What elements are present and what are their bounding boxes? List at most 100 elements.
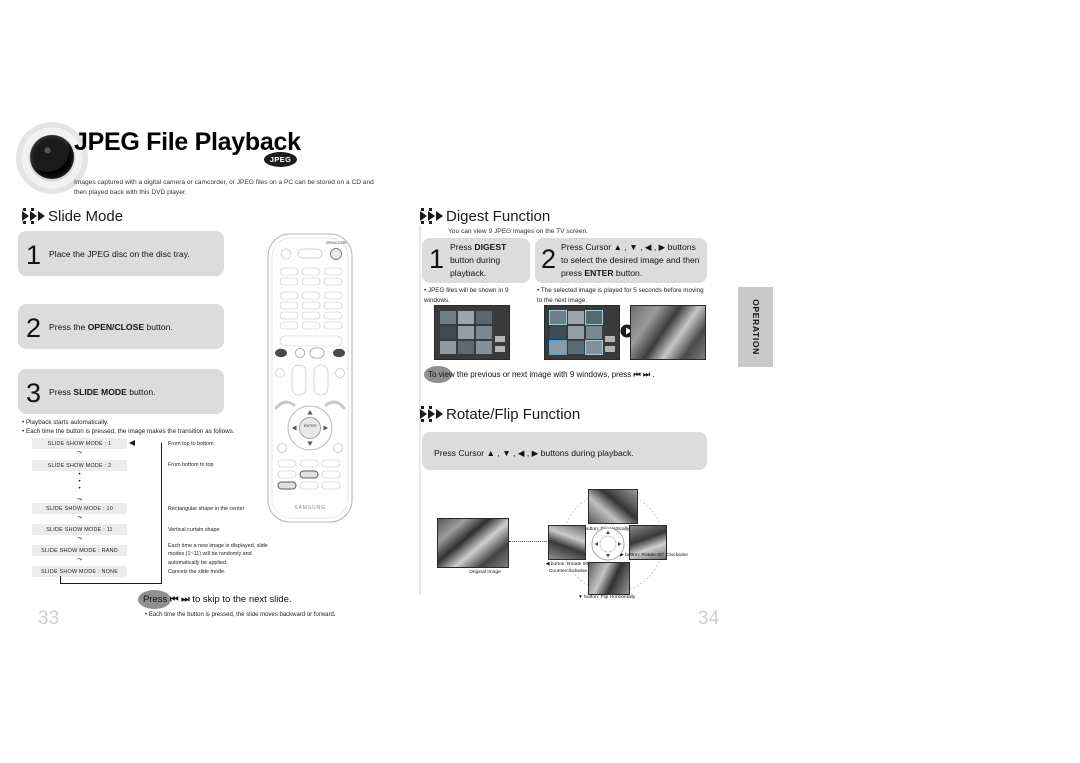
- slide-press-subnote: • Each time the button is pressed, the s…: [145, 612, 336, 618]
- digest-thumb: [548, 309, 568, 326]
- page-number-left: 33: [38, 608, 60, 629]
- digest-step-1-number: 1: [429, 244, 445, 274]
- digest-side-button: [495, 346, 505, 352]
- manual-spread: JPEG File Playback Images captured with …: [0, 0, 1080, 763]
- digest-step-1-text: Press DIGEST button during playback.: [450, 241, 526, 280]
- slide-note-2: • Each time the button is pressed, the i…: [22, 428, 235, 435]
- rotate-instruction-text: Press Cursor ▲ , ▼ , ◀ , ▶ buttons durin…: [434, 448, 634, 458]
- flow-box-1: SLIDE SHOW MODE : 1: [32, 438, 127, 449]
- digest-thumb-selected: [548, 339, 568, 356]
- slide-step-3-post: button.: [126, 387, 156, 397]
- digest-side-button: [605, 346, 615, 352]
- digest-thumb: [567, 311, 585, 325]
- rotate-counterclockwise-image: [548, 525, 586, 560]
- digest-result-image: [630, 305, 706, 360]
- digest-thumb: [584, 309, 604, 326]
- flow-desc-6: Cancels the slide mode.: [168, 569, 226, 575]
- slide-step-1-pre: Place the JPEG disc on the disc tray.: [49, 249, 190, 259]
- slide-step-1-text: Place the JPEG disc on the disc tray.: [49, 248, 214, 261]
- digest-thumb: [457, 340, 475, 354]
- digest-thumb: [567, 325, 585, 340]
- flow-box-4: SLIDE SHOW MODE : 11: [32, 524, 127, 535]
- slide-step-3-text: Press SLIDE MODE button.: [49, 386, 214, 399]
- flow-box-3: SLIDE SHOW MODE : 10: [32, 503, 127, 514]
- digest-thumb-grid-selected: [548, 309, 604, 356]
- flow-loop-line-down: [60, 576, 138, 584]
- digest-thumb: [457, 311, 475, 325]
- flow-box-5: SLIDE SHOW MODE : RAND: [32, 545, 127, 556]
- section-heading-digest: Digest Function: [446, 208, 551, 225]
- digest-thumb: [567, 340, 585, 354]
- digest-thumb: [440, 325, 457, 340]
- svg-text:SAMSUNG: SAMSUNG: [294, 505, 326, 511]
- section-heading-rotate-flip: Rotate/Flip Function: [446, 406, 581, 423]
- rotate-connector-dashes: [509, 541, 551, 542]
- digest-thumb: [440, 311, 457, 325]
- flow-box-2: SLIDE SHOW MODE : 2: [32, 460, 127, 471]
- skip-icon: ⏮ ⏭: [169, 594, 190, 605]
- flow-desc-2: From bottom to top: [168, 462, 214, 468]
- digest-thumb: [475, 340, 492, 354]
- svg-text:OPEN/CLOSE: OPEN/CLOSE: [326, 241, 347, 245]
- digest-thumb-grid: [440, 311, 492, 354]
- jpeg-badge: JPEG: [264, 152, 297, 167]
- digest-step-1-note: • JPEG files will be shown in 9 windows.: [424, 287, 509, 305]
- digest-step-1-pre: Press: [450, 242, 475, 252]
- flow-desc-5: Each time a new image is displayed, slid…: [168, 543, 268, 566]
- digest-step-2-number: 2: [541, 244, 557, 274]
- digest-thumb: [550, 325, 567, 340]
- flow-arrow-4: ⤳: [77, 536, 82, 542]
- slide-step-2-pre: Press the: [49, 322, 88, 332]
- flow-arrow-3: ⤳: [77, 515, 82, 521]
- slide-press-pre: Press: [143, 594, 170, 605]
- digest-thumb: [475, 325, 492, 340]
- digest-screen-selected: [544, 305, 620, 360]
- digest-side-button: [605, 336, 615, 342]
- chapter-header: JPEG File Playback Images captured with …: [16, 122, 416, 198]
- digest-footer-note: To view the previous or next image with …: [428, 370, 728, 380]
- slide-step-2-text: Press the OPEN/CLOSE button.: [49, 321, 214, 334]
- digest-footer-post: .: [650, 370, 655, 379]
- slide-step-1-number: 1: [26, 240, 42, 270]
- operation-side-tab: OPERATION: [738, 287, 773, 367]
- slide-step-2-post: button.: [144, 322, 173, 332]
- rotate-label-right: ▶ button: Rotate 90° Clockwise: [620, 553, 688, 558]
- digest-thumb: [440, 340, 457, 354]
- digest-thumb: [475, 311, 492, 325]
- slide-press-post: to skip to the next slide.: [189, 594, 292, 605]
- rotate-original-caption: Original Image: [469, 570, 501, 575]
- digest-step-1-post: button during playback.: [450, 254, 501, 278]
- page-number-right: 34: [698, 608, 720, 629]
- digest-step-1-bold: DIGEST: [474, 242, 507, 252]
- slide-press-note: Press ⏮ ⏭ to skip to the next slide.: [143, 594, 393, 605]
- rotate-flip-horizontal-image: [588, 562, 630, 595]
- flow-desc-1: From top to bottom: [168, 441, 214, 447]
- flow-arrow-5: ⤳: [77, 557, 82, 563]
- digest-footer-pre: To view the previous or next image with …: [428, 370, 634, 379]
- rotate-original-image: [437, 518, 509, 568]
- flow-arrow-1: ⤳: [77, 450, 82, 456]
- rotate-flip-vertical-image: [588, 489, 638, 524]
- digest-thumb: [585, 325, 602, 340]
- digest-step-2-bold: ENTER: [584, 267, 614, 278]
- slide-step-3-pre: Press: [49, 387, 74, 397]
- digest-skip-icon: ⏮ ⏭: [633, 370, 651, 379]
- operation-tab-label: OPERATION: [750, 299, 761, 355]
- digest-step-2-text: Press Cursor ▲ , ▼ , ◀ , ▶ buttons to se…: [561, 241, 703, 280]
- flow-desc-4: Vertical curtain shape: [168, 527, 220, 533]
- digest-side-button: [495, 336, 505, 342]
- slide-step-3-bold: SLIDE MODE: [73, 387, 127, 397]
- digest-step-2-note: • The selected image is played for 5 sec…: [537, 287, 704, 305]
- digest-subtitle: You can view 9 JPEG images on the TV scr…: [448, 228, 589, 235]
- digest-step-2-post: button.: [613, 267, 643, 278]
- flow-desc-3: Rectangular shape in the center: [168, 506, 245, 512]
- page-title: JPEG File Playback: [74, 128, 301, 156]
- digest-screen-9-windows: [434, 305, 510, 360]
- rotate-center-dpad-icon: [591, 527, 625, 561]
- flow-loop-line: [137, 443, 162, 584]
- svg-text:ENTER: ENTER: [304, 424, 317, 428]
- flow-ellipsis: • • •: [78, 472, 81, 492]
- slide-step-2-number: 2: [26, 313, 42, 343]
- section-heading-slide-mode: Slide Mode: [48, 208, 124, 225]
- slide-step-2-bold: OPEN/CLOSE: [87, 322, 145, 332]
